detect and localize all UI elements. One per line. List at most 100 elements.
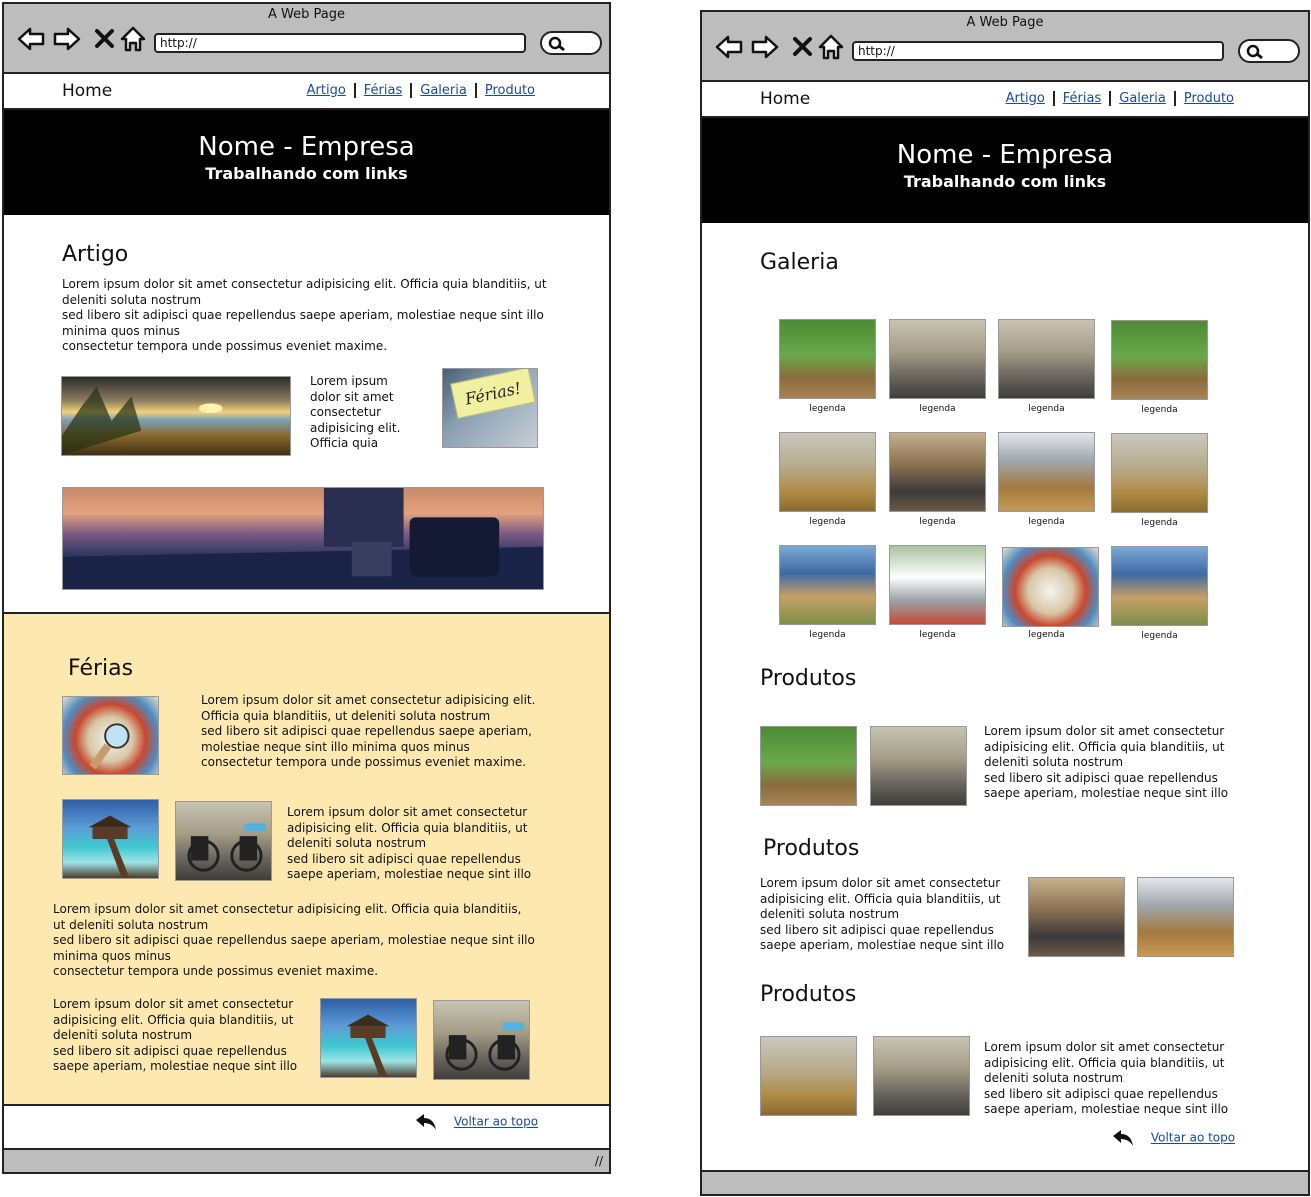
gallery-image[interactable] (998, 432, 1095, 512)
gallery-image[interactable] (1111, 433, 1208, 513)
close-icon[interactable] (90, 24, 120, 54)
gallery-caption: legenda (1141, 631, 1178, 641)
ferias-text-1: Lorem ipsum dolor sit amet consectetur a… (201, 693, 536, 770)
nav-link-artigo[interactable]: Artigo (998, 91, 1053, 106)
gallery-image[interactable] (889, 432, 986, 512)
gallery-image[interactable] (889, 545, 986, 625)
maldives-image (62, 799, 159, 879)
nav-link-produto[interactable]: Produto (1173, 91, 1242, 106)
back-to-top-link[interactable]: Voltar ao topo (1151, 1131, 1235, 1145)
nav-link-artigo[interactable]: Artigo (299, 83, 354, 98)
search-input[interactable] (540, 31, 602, 55)
status-bar (702, 1170, 1308, 1194)
ferias-note-image: Férias! (442, 368, 538, 448)
browser-window-galeria-produtos: A Web Page http:// Home Artigo Férias Ga… (700, 10, 1310, 1196)
nav-links: Artigo Férias Galeria Produto (998, 91, 1242, 106)
back-arrow-icon[interactable] (16, 24, 46, 54)
ferias-text-2: Lorem ipsum dolor sit amet consectetur a… (287, 805, 532, 882)
site-nav: Home Artigo Férias Galeria Produto (702, 82, 1308, 118)
sunset-lake-image (61, 376, 291, 456)
nav-link-produto[interactable]: Produto (474, 83, 543, 98)
ferias-title: Férias (68, 656, 134, 681)
back-to-top: Voltar ao topo (1111, 1128, 1235, 1148)
produtos-title-1: Produtos (760, 666, 857, 691)
window-title: A Web Page (268, 7, 345, 22)
back-to-top-link[interactable]: Voltar ao topo (454, 1115, 538, 1129)
home-icon[interactable] (118, 24, 148, 54)
gallery-image[interactable] (779, 432, 876, 512)
browser-chrome: A Web Page http:// (4, 4, 609, 74)
galeria-title: Galeria (760, 250, 839, 275)
forward-arrow-icon[interactable] (750, 32, 780, 62)
ferias-text-3: Lorem ipsum dolor sit amet consectetur a… (53, 902, 535, 979)
gallery-caption: legenda (1028, 404, 1065, 414)
reply-arrow-icon (416, 1114, 436, 1130)
maldives-image-2 (320, 998, 417, 1078)
resize-grip-icon[interactable]: // (595, 1154, 603, 1168)
forward-arrow-icon[interactable] (52, 24, 82, 54)
artigo-title: Artigo (62, 242, 129, 267)
hero-banner: Nome - Empresa Trabalhando com links (4, 110, 609, 215)
status-bar: // (4, 1148, 609, 1172)
gallery-caption: legenda (1141, 405, 1178, 415)
back-arrow-icon[interactable] (714, 32, 744, 62)
close-icon[interactable] (788, 32, 818, 62)
nav-links: Artigo Férias Galeria Produto (299, 83, 543, 98)
search-icon (548, 36, 565, 52)
reply-arrow-icon (1113, 1130, 1133, 1146)
gallery-caption: legenda (809, 404, 846, 414)
gallery-caption: legenda (1028, 517, 1065, 527)
gallery-caption: legenda (919, 404, 956, 414)
produtos-text-1: Lorem ipsum dolor sit amet consectetur a… (984, 724, 1229, 801)
produto-image[interactable] (1028, 877, 1125, 957)
nav-link-galeria[interactable]: Galeria (1109, 91, 1174, 106)
gallery-caption: legenda (809, 630, 846, 640)
loaded-bike-image (175, 801, 272, 881)
produtos-title-2: Produtos (763, 836, 860, 861)
produtos-text-2: Lorem ipsum dolor sit amet consectetur a… (760, 876, 1005, 953)
browser-window-artigo-ferias: A Web Page http:// Home Artigo Férias Ga… (2, 2, 611, 1174)
ferias-note: Férias! (450, 369, 536, 419)
produto-image[interactable] (870, 726, 967, 806)
gallery-caption: legenda (809, 517, 846, 527)
artigo-text: Lorem ipsum dolor sit amet consectetur a… (62, 277, 547, 354)
gallery-image[interactable] (1111, 320, 1208, 400)
nav-link-galeria[interactable]: Galeria (410, 83, 475, 98)
home-link[interactable]: Home (760, 89, 810, 109)
produto-image[interactable] (873, 1036, 970, 1116)
url-input[interactable]: http:// (852, 41, 1224, 61)
artigo-side-text: Lorem ipsum dolor sit amet consectetur a… (310, 374, 401, 451)
produto-image[interactable] (760, 726, 857, 806)
site-subtitle: Trabalhando com links (903, 172, 1107, 191)
search-input[interactable] (1238, 39, 1300, 63)
road-travel-image (62, 487, 544, 590)
window-title: A Web Page (966, 15, 1044, 30)
gallery-caption: legenda (1028, 630, 1065, 640)
loaded-bike-image-2 (433, 1000, 530, 1080)
site-title: Nome - Empresa (896, 140, 1114, 170)
home-link[interactable]: Home (62, 81, 112, 101)
produto-image[interactable] (760, 1036, 857, 1116)
nav-link-ferias[interactable]: Férias (353, 83, 410, 98)
ferias-text-4: Lorem ipsum dolor sit amet consectetur a… (53, 997, 298, 1074)
nav-link-ferias[interactable]: Férias (1052, 91, 1109, 106)
gallery-caption: legenda (919, 517, 956, 527)
home-icon[interactable] (816, 32, 846, 62)
gallery-image[interactable] (889, 319, 986, 399)
search-icon (1246, 44, 1263, 60)
gallery-image[interactable] (998, 319, 1095, 399)
site-nav: Home Artigo Férias Galeria Produto (4, 74, 609, 110)
site-subtitle: Trabalhando com links (205, 164, 408, 183)
browser-chrome: A Web Page http:// (702, 12, 1308, 82)
back-to-top: Voltar ao topo (414, 1112, 538, 1132)
site-title: Nome - Empresa (198, 132, 415, 162)
hero-banner: Nome - Empresa Trabalhando com links (702, 118, 1308, 223)
url-input[interactable]: http:// (154, 33, 526, 53)
gallery-image[interactable] (779, 545, 876, 625)
produto-image[interactable] (1137, 877, 1234, 957)
gallery-image[interactable] (1111, 546, 1208, 626)
gallery-image[interactable] (1002, 547, 1099, 627)
gallery-image[interactable] (779, 319, 876, 399)
produtos-text-3: Lorem ipsum dolor sit amet consectetur a… (984, 1040, 1229, 1117)
produtos-title-3: Produtos (760, 982, 857, 1007)
